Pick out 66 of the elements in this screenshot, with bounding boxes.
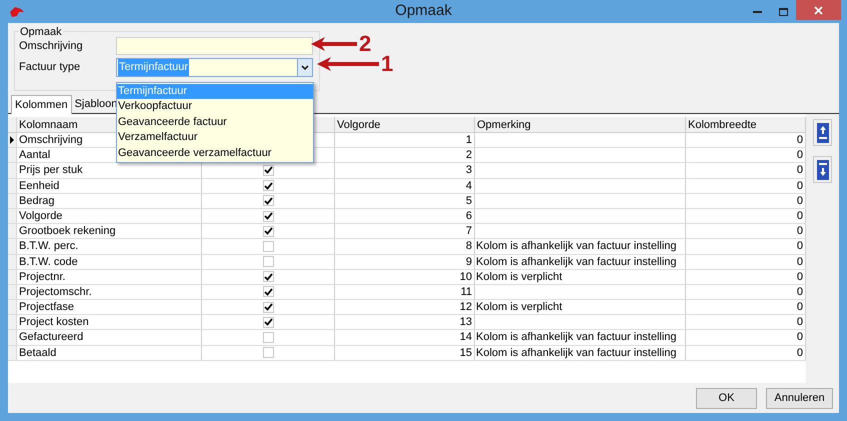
- table-cell: 8: [335, 239, 475, 254]
- table-cell: Kolom is afhankelijk van factuur instelling: [476, 256, 677, 268]
- table-cell: Grootboek rekening: [17, 224, 202, 238]
- table-cell: Kolom is verplicht: [476, 270, 562, 283]
- table-cell: Bedrag: [17, 194, 202, 208]
- table-cell: 3: [335, 163, 475, 178]
- table-cell: Volgorde: [17, 208, 202, 224]
- close-icon: [814, 6, 823, 14]
- checkbox[interactable]: [262, 180, 274, 192]
- annotation-arrow: [317, 57, 379, 71]
- dialog-button[interactable]: Annuleren: [766, 388, 833, 408]
- checkbox[interactable]: [262, 210, 274, 222]
- column-header[interactable]: Opmerking: [475, 117, 686, 132]
- checkbox[interactable]: [262, 256, 274, 268]
- tab[interactable]: Kolommen: [11, 95, 72, 114]
- dialog-button[interactable]: OK: [696, 388, 757, 408]
- move-down-button[interactable]: [813, 156, 832, 183]
- field-label: Omschrijving: [19, 38, 84, 54]
- checkbox[interactable]: [262, 195, 274, 206]
- checkbox[interactable]: [262, 302, 274, 313]
- table-cell: 11: [335, 284, 475, 300]
- checkbox[interactable]: [262, 226, 274, 237]
- table-cell: 7: [335, 224, 475, 238]
- window-title: Opmaak: [395, 1, 452, 22]
- column-header[interactable]: Volgorde: [335, 117, 475, 132]
- checkbox[interactable]: [262, 240, 274, 252]
- table-cell: Project kosten: [17, 315, 202, 330]
- table-cell: 15: [335, 346, 475, 360]
- table-cell: 10: [335, 270, 475, 284]
- table-cell: Gefactureerd: [17, 330, 202, 345]
- table-cell: Betaald: [17, 346, 202, 360]
- table-cell: B.T.W. perc.: [17, 239, 202, 254]
- annotation-arrow: [311, 37, 357, 51]
- table-cell: Projectfase: [17, 300, 202, 314]
- checkbox[interactable]: [262, 316, 274, 328]
- checkbox[interactable]: [262, 271, 274, 282]
- table-cell: Projectnr.: [17, 270, 202, 284]
- table-cell: Kolom is afhankelijk van factuur instelling: [476, 346, 677, 359]
- checkbox[interactable]: [262, 332, 274, 344]
- annotation-number: 2: [359, 33, 372, 55]
- app-logo-icon: [9, 6, 25, 18]
- table-cell: 9: [335, 254, 475, 269]
- table-cell: 6: [335, 208, 475, 224]
- move-up-button[interactable]: [813, 119, 832, 146]
- table-cell: Kolom is afhankelijk van factuur instelling: [476, 331, 677, 344]
- table-cell: 4: [335, 178, 475, 193]
- field-label: Factuur type: [19, 60, 82, 76]
- checkbox[interactable]: [262, 286, 274, 298]
- table-cell: 2: [335, 148, 475, 162]
- table-cell: Kolom is afhankelijk van factuur instelling: [476, 240, 677, 252]
- table-cell: 1: [335, 133, 475, 148]
- description-field[interactable]: [116, 37, 313, 55]
- row-header[interactable]: [8, 133, 17, 148]
- group-title: Opmaak: [19, 24, 63, 40]
- table-cell: B.T.W. code: [17, 254, 202, 269]
- table-cell: 5: [335, 194, 475, 208]
- checkbox[interactable]: [262, 347, 274, 358]
- close-button[interactable]: [796, 0, 841, 20]
- table-cell: 12: [335, 300, 475, 314]
- annotation-number: 1: [381, 53, 394, 75]
- table-cell: 13: [335, 315, 475, 330]
- table-cell: 14: [335, 330, 475, 345]
- table-cell: Projectomschr.: [17, 284, 202, 300]
- table-cell: Kolom is verplicht: [476, 301, 562, 314]
- checkbox[interactable]: [262, 164, 274, 176]
- table-cell: Eenheid: [17, 178, 202, 193]
